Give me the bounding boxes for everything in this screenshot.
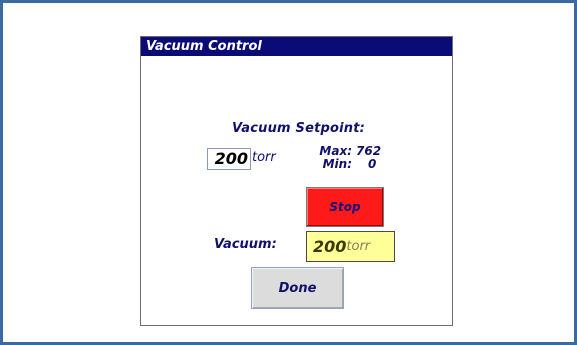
setpoint-unit: torr xyxy=(252,150,276,165)
min-label: Min: xyxy=(322,157,352,171)
min-row: Min: 0 xyxy=(316,158,386,171)
vacuum-value: 200 xyxy=(313,237,347,256)
vacuum-label: Vacuum: xyxy=(214,237,277,252)
stop-button[interactable]: Stop xyxy=(306,187,384,227)
screen-frame: Vacuum Control Vacuum Setpoint: 200 torr… xyxy=(0,0,577,345)
vacuum-control-dialog: Vacuum Control Vacuum Setpoint: 200 torr… xyxy=(140,36,453,326)
setpoint-value: 200 xyxy=(214,149,248,168)
setpoint-heading: Vacuum Setpoint: xyxy=(232,121,366,136)
setpoint-input[interactable]: 200 xyxy=(207,148,251,170)
min-value: 0 xyxy=(368,157,377,171)
vacuum-readout: 200 torr xyxy=(306,231,395,262)
done-button[interactable]: Done xyxy=(251,267,344,309)
setpoint-range: Max: 762 Min: 0 xyxy=(316,145,386,171)
dialog-titlebar: Vacuum Control xyxy=(141,37,452,56)
dialog-title: Vacuum Control xyxy=(146,39,262,54)
vacuum-unit: torr xyxy=(346,239,371,254)
